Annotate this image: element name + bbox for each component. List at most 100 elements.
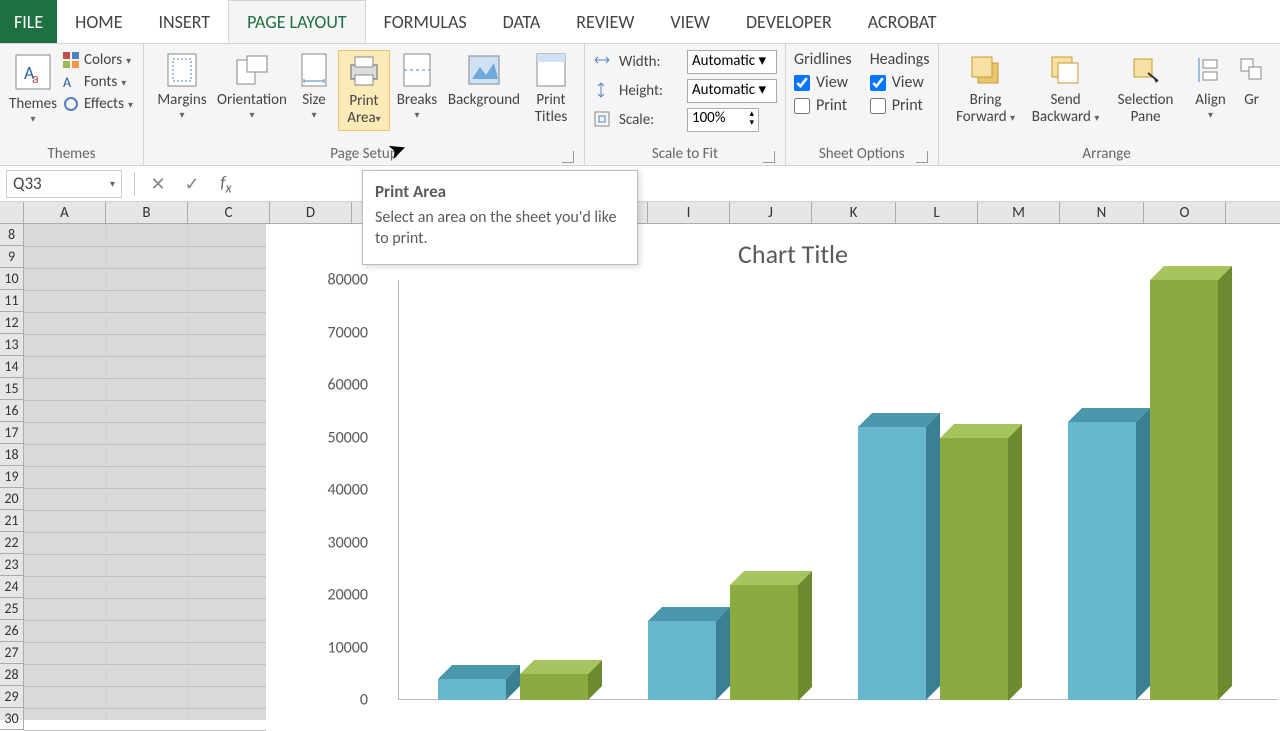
gridlines-print-check[interactable]: Print [794, 96, 852, 115]
row-header-15[interactable]: 15 [0, 378, 24, 400]
col-header-I[interactable]: I [648, 202, 730, 223]
tab-home[interactable]: HOME [57, 0, 140, 43]
chart-object[interactable]: Chart Title 0100002000030000400005000060… [288, 230, 1280, 710]
effects-button[interactable]: Effects▾ [60, 94, 135, 114]
colors-button[interactable]: Colors▾ [60, 50, 135, 70]
scale-input[interactable]: 100%▴▾ [687, 108, 759, 132]
row-header-28[interactable]: 28 [0, 664, 24, 686]
row-header-20[interactable]: 20 [0, 488, 24, 510]
row-header-18[interactable]: 18 [0, 444, 24, 466]
row-header-8[interactable]: 8 [0, 224, 24, 246]
fonts-icon: A [62, 73, 80, 91]
row-header-19[interactable]: 19 [0, 466, 24, 488]
width-icon [593, 52, 613, 72]
col-header-M[interactable]: M [978, 202, 1060, 223]
tab-acrobat[interactable]: ACROBAT [850, 0, 955, 43]
group-label-page-setup: Page Setup [152, 143, 576, 165]
row-header-16[interactable]: 16 [0, 400, 24, 422]
tab-insert[interactable]: INSERT [140, 0, 228, 43]
group-page-setup: Margins▾ Orientation▾ Size▾ PrintArea▾ B… [144, 44, 585, 165]
group-label-scale: Scale to Fit [593, 143, 777, 165]
row-header-14[interactable]: 14 [0, 356, 24, 378]
tab-file[interactable]: FILE [0, 0, 57, 43]
height-select[interactable]: Automatic ▾ [687, 79, 777, 103]
ribbon-tabs: FILE HOME INSERT PAGE LAYOUT FORMULAS DA… [0, 0, 1280, 44]
svg-text:a: a [32, 70, 39, 87]
col-header-C[interactable]: C [188, 202, 270, 223]
orientation-icon [234, 52, 270, 88]
size-icon [296, 52, 332, 88]
fonts-button[interactable]: AFonts▾ [60, 72, 135, 92]
breaks-button[interactable]: Breaks▾ [392, 50, 442, 123]
row-header-13[interactable]: 13 [0, 334, 24, 356]
print-area-button[interactable]: PrintArea▾ [338, 50, 390, 131]
cancel-formula-icon[interactable]: ✕ [141, 173, 175, 195]
row-header-26[interactable]: 26 [0, 620, 24, 642]
breaks-icon [399, 52, 435, 88]
row-header-17[interactable]: 17 [0, 422, 24, 444]
group-themes: Aa Themes ▾ Colors▾ AFonts▾ Effects▾ The… [0, 44, 144, 165]
sheet-options-launcher[interactable] [916, 151, 928, 163]
margins-button[interactable]: Margins▾ [152, 50, 212, 123]
print-titles-button[interactable]: PrintTitles [526, 50, 576, 129]
group-button[interactable]: Gr [1237, 50, 1267, 111]
print-titles-icon [533, 52, 569, 88]
selection-pane-button[interactable]: SelectionPane [1107, 50, 1185, 129]
bring-forward-icon [968, 52, 1004, 88]
scale-launcher[interactable] [763, 151, 775, 163]
col-header-J[interactable]: J [730, 202, 812, 223]
headings-view-check[interactable]: View [870, 73, 930, 92]
col-header-B[interactable]: B [106, 202, 188, 223]
row-header-12[interactable]: 12 [0, 312, 24, 334]
group-sheet-options: Gridlines View Print Headings View Print… [786, 44, 939, 165]
row-header-11[interactable]: 11 [0, 290, 24, 312]
row-header-25[interactable]: 25 [0, 598, 24, 620]
align-icon [1193, 52, 1229, 88]
tab-developer[interactable]: DEVELOPER [728, 0, 850, 43]
worksheet-grid[interactable]: 8910111213141516171819202122232425262728… [0, 224, 1280, 720]
col-header-L[interactable]: L [896, 202, 978, 223]
row-header-29[interactable]: 29 [0, 686, 24, 708]
row-header-27[interactable]: 27 [0, 642, 24, 664]
gridlines-view-check[interactable]: View [794, 73, 852, 92]
col-header-K[interactable]: K [812, 202, 896, 223]
width-select[interactable]: Automatic ▾ [687, 50, 777, 74]
col-header-N[interactable]: N [1060, 202, 1144, 223]
col-header-A[interactable]: A [24, 202, 106, 223]
group-icon [1234, 52, 1270, 88]
tab-page-layout[interactable]: PAGE LAYOUT [228, 0, 366, 43]
height-icon [593, 81, 613, 101]
col-header-D[interactable]: D [270, 202, 352, 223]
select-all-corner[interactable] [0, 202, 24, 223]
row-header-23[interactable]: 23 [0, 554, 24, 576]
row-header-22[interactable]: 22 [0, 532, 24, 554]
row-header-30[interactable]: 30 [0, 708, 24, 730]
bring-forward-button[interactable]: BringForward ▾ [947, 50, 1025, 129]
send-backward-button[interactable]: SendBackward ▾ [1027, 50, 1105, 129]
themes-button[interactable]: Aa Themes ▾ [8, 50, 58, 127]
col-header-O[interactable]: O [1144, 202, 1226, 223]
effects-icon [62, 95, 80, 113]
background-icon [466, 52, 502, 88]
row-header-24[interactable]: 24 [0, 576, 24, 598]
tab-formulas[interactable]: FORMULAS [366, 0, 485, 43]
accept-formula-icon[interactable]: ✓ [175, 173, 209, 195]
tab-view[interactable]: VIEW [652, 0, 728, 43]
page-setup-launcher[interactable] [562, 151, 574, 163]
chart-plot-area[interactable]: 0100002000030000400005000060000700008000… [328, 280, 1278, 700]
margins-icon [164, 52, 200, 88]
row-header-9[interactable]: 9 [0, 246, 24, 268]
size-button[interactable]: Size▾ [292, 50, 336, 123]
row-header-10[interactable]: 10 [0, 268, 24, 290]
row-header-21[interactable]: 21 [0, 510, 24, 532]
orientation-button[interactable]: Orientation▾ [214, 50, 290, 123]
group-scale-to-fit: Width:Automatic ▾ Height:Automatic ▾ Sca… [585, 44, 786, 165]
fx-icon[interactable]: fx [209, 171, 243, 196]
tab-review[interactable]: REVIEW [558, 0, 652, 43]
tab-data[interactable]: DATA [485, 0, 559, 43]
headings-print-check[interactable]: Print [870, 96, 930, 115]
name-box[interactable]: Q33▾ [6, 170, 122, 198]
background-button[interactable]: Background [444, 50, 524, 111]
group-arrange: BringForward ▾ SendBackward ▾ SelectionP… [939, 44, 1275, 165]
align-button[interactable]: Align▾ [1187, 50, 1235, 123]
